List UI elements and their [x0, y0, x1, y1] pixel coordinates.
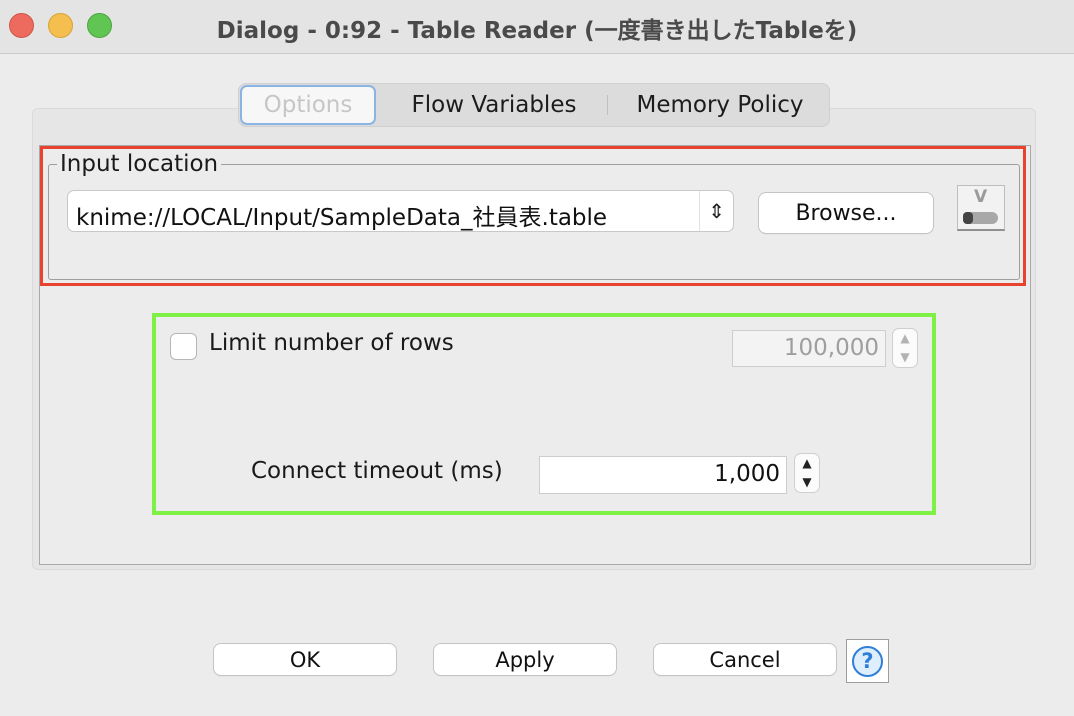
tab-bar: Options Flow Variables Memory Policy [238, 83, 830, 127]
chevron-down-icon[interactable]: ▼ [893, 348, 917, 367]
input-path-value[interactable]: knime://LOCAL/Input/SampleData_社員表.table [76, 198, 696, 232]
limit-rows-label[interactable]: Limit number of rows [209, 330, 454, 356]
browse-button[interactable]: Browse... [759, 193, 933, 233]
tab-options[interactable]: Options [240, 85, 376, 125]
cancel-button[interactable]: Cancel [654, 644, 836, 675]
window-title: Dialog - 0:92 - Table Reader (一度書き出したTab… [216, 18, 858, 44]
input-location-section: Input location knime://LOCAL/Input/Sampl… [40, 146, 1026, 286]
combo-up-down-icon[interactable]: ⇕ [699, 191, 733, 231]
flow-variable-toggle-knob [963, 212, 973, 224]
dialog-content: Input location knime://LOCAL/Input/Sampl… [16, 68, 1058, 675]
chevron-up-icon[interactable]: ▲ [893, 329, 917, 348]
limit-rows-input[interactable]: 100,000 [733, 331, 885, 366]
timeout-spinner[interactable]: ▲ ▼ [795, 454, 819, 492]
timeout-input[interactable]: 1,000 [540, 457, 786, 493]
settings-section: Limit number of rows 100,000 ▲ ▼ Connect… [152, 313, 936, 515]
apply-button[interactable]: Apply [434, 644, 616, 675]
tab-flow-variables[interactable]: Flow Variables [385, 85, 603, 125]
chevron-up-icon[interactable]: ▲ [795, 454, 819, 473]
options-inner-frame: Input location knime://LOCAL/Input/Sampl… [39, 145, 1031, 565]
ok-button[interactable]: OK [214, 644, 396, 675]
tab-divider [607, 95, 608, 115]
input-location-legend: Input location [57, 151, 222, 177]
flow-variable-v-icon: V [974, 187, 988, 207]
tab-memory-policy[interactable]: Memory Policy [611, 85, 829, 125]
help-button[interactable]: ? [846, 639, 889, 683]
timeout-label: Connect timeout (ms) [251, 458, 503, 484]
limit-rows-spinner[interactable]: ▲ ▼ [893, 329, 917, 367]
options-panel: Input location knime://LOCAL/Input/Sampl… [32, 108, 1036, 570]
flow-variable-button[interactable]: V [957, 185, 1005, 231]
chevron-down-icon[interactable]: ▼ [795, 473, 819, 492]
input-path-combobox[interactable]: knime://LOCAL/Input/SampleData_社員表.table… [68, 191, 733, 231]
help-icon: ? [852, 645, 883, 677]
limit-rows-checkbox[interactable] [170, 333, 197, 360]
window-titlebar: Dialog - 0:92 - Table Reader (一度書き出したTab… [0, 0, 1074, 54]
